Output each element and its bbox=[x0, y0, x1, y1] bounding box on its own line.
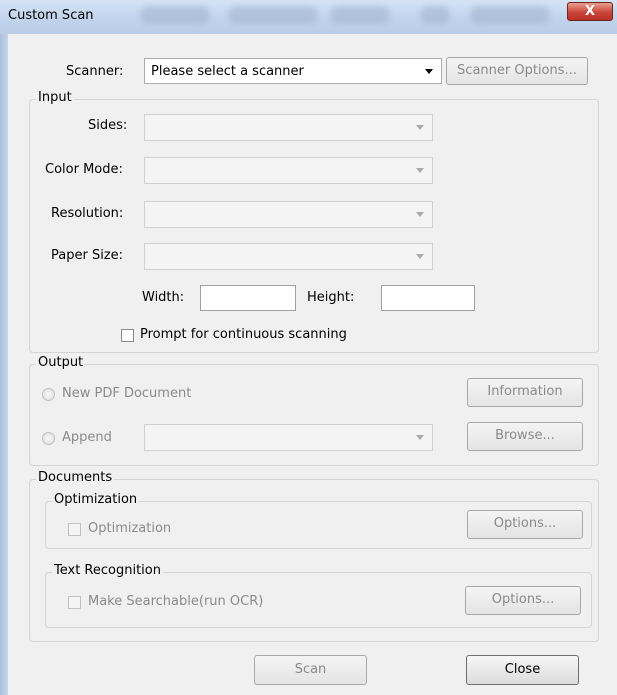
scanner-select[interactable]: Please select a scanner bbox=[144, 58, 442, 84]
resolution-select[interactable] bbox=[144, 201, 433, 228]
prompt-continuous-label: Prompt for continuous scanning bbox=[140, 327, 347, 342]
input-legend: Input bbox=[36, 90, 74, 105]
scanner-select-value: Please select a scanner bbox=[151, 64, 304, 79]
window-title: Custom Scan bbox=[8, 8, 94, 23]
width-input[interactable] bbox=[200, 285, 296, 311]
scanner-options-button[interactable]: Scanner Options... bbox=[446, 57, 588, 85]
prompt-continuous-checkbox[interactable] bbox=[121, 329, 134, 342]
chevron-down-icon bbox=[416, 168, 424, 173]
window-close-button[interactable]: X bbox=[567, 2, 613, 21]
documents-legend: Documents bbox=[36, 470, 115, 485]
new-pdf-radio[interactable] bbox=[42, 388, 55, 401]
optimization-legend: Optimization bbox=[52, 492, 140, 507]
optimization-label: Optimization bbox=[88, 521, 172, 536]
dialog-body: Scanner: Please select a scanner Scanner… bbox=[8, 34, 617, 695]
chevron-down-icon bbox=[416, 254, 424, 259]
background-blur bbox=[140, 6, 210, 24]
width-label: Width: bbox=[142, 290, 185, 305]
append-radio[interactable] bbox=[42, 432, 55, 445]
make-searchable-checkbox[interactable] bbox=[68, 596, 81, 609]
background-blur bbox=[470, 6, 550, 24]
ocr-options-button[interactable]: Options... bbox=[465, 586, 581, 615]
window-frame-left bbox=[0, 34, 8, 695]
title-bar: Custom Scan X bbox=[0, 0, 617, 35]
color-mode-select[interactable] bbox=[144, 157, 433, 184]
color-mode-label: Color Mode: bbox=[45, 162, 123, 177]
optimization-checkbox[interactable] bbox=[68, 523, 81, 536]
chevron-down-icon bbox=[416, 125, 424, 130]
resolution-label: Resolution: bbox=[51, 206, 124, 221]
background-blur bbox=[330, 6, 390, 24]
close-button[interactable]: Close bbox=[466, 655, 579, 685]
information-button[interactable]: Information bbox=[467, 378, 583, 407]
optimization-options-button[interactable]: Options... bbox=[467, 510, 583, 539]
output-legend: Output bbox=[36, 355, 86, 370]
scanner-label: Scanner: bbox=[66, 64, 124, 79]
sides-label: Sides: bbox=[88, 118, 128, 133]
paper-size-label: Paper Size: bbox=[51, 248, 124, 263]
height-label: Height: bbox=[307, 290, 355, 305]
background-blur bbox=[228, 6, 318, 24]
paper-size-select[interactable] bbox=[144, 243, 433, 270]
browse-button[interactable]: Browse... bbox=[467, 422, 583, 451]
scan-button[interactable]: Scan bbox=[254, 655, 367, 685]
make-searchable-label: Make Searchable(run OCR) bbox=[88, 594, 264, 609]
chevron-down-icon bbox=[425, 69, 433, 74]
append-label: Append bbox=[62, 430, 112, 445]
chevron-down-icon bbox=[416, 212, 424, 217]
sides-select[interactable] bbox=[144, 114, 433, 141]
new-pdf-label: New PDF Document bbox=[62, 386, 192, 401]
chevron-down-icon bbox=[416, 435, 424, 440]
text-recognition-legend: Text Recognition bbox=[52, 563, 163, 578]
height-input[interactable] bbox=[381, 285, 475, 311]
background-blur bbox=[420, 6, 450, 24]
append-select[interactable] bbox=[144, 424, 433, 451]
